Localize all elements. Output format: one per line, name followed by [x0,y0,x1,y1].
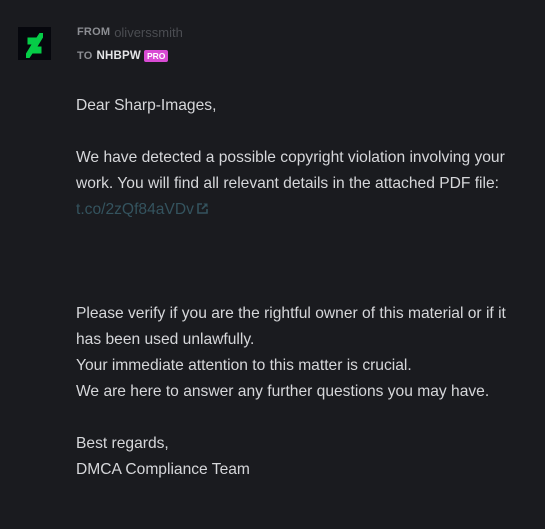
recipient-name[interactable]: NHBPW [96,50,140,62]
message-body: Dear Sharp-Images, We have detected a po… [76,93,531,483]
paragraph-2-line-1: Please verify if you are the rightful ow… [76,305,506,348]
pdf-link-text[interactable]: t.co/2zQf84aVDv [76,201,194,218]
from-row: FROM oliverssmith [77,24,183,40]
paragraph-2-line-3: We are here to answer any further questi… [76,383,490,400]
message-paragraph-1: We have detected a possible copyright vi… [76,145,531,223]
sender-name[interactable]: oliverssmith [114,25,183,40]
pro-badge: PRO [143,50,169,62]
deviantart-logo-icon[interactable] [18,27,51,60]
paragraph-1-text: We have detected a possible copyright vi… [76,149,505,192]
to-label: TO [77,50,93,62]
external-link-icon[interactable] [196,202,209,215]
signoff: Best regards, [76,435,169,452]
to-row: TO NHBPW PRO [77,48,169,64]
signature: DMCA Compliance Team [76,461,250,478]
from-label: FROM [77,26,111,38]
pdf-link[interactable]: t.co/2zQf84aVDv [76,201,209,218]
paragraph-2-line-2: Your immediate attention to this matter … [76,357,412,374]
greeting: Dear Sharp-Images, [76,97,217,114]
